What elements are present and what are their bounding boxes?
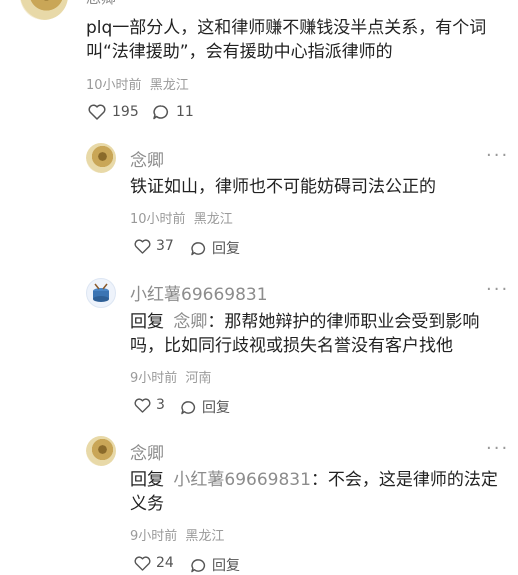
reply-2-text-line2: 吗，比如同行歧视或损失名誉没有客户找他: [130, 336, 453, 356]
reply-2-reply-button[interactable]: 回复: [180, 397, 230, 417]
reply-1-like-button[interactable]: 37: [134, 238, 174, 254]
reply-1-avatar[interactable]: [86, 143, 116, 173]
reply-1-more-button[interactable]: ···: [486, 145, 509, 166]
reply-1-author[interactable]: 念卿: [130, 146, 164, 171]
top-comment-like-count: 195: [112, 104, 139, 120]
reply-3-reply-label: 回复: [212, 558, 240, 574]
heart-icon: [134, 397, 151, 413]
heart-icon: [134, 238, 151, 254]
top-comment-author[interactable]: 念卿: [86, 0, 116, 8]
top-comment-meta: 10小时前 黑龙江: [86, 74, 189, 93]
top-comment-comment-count: 11: [176, 104, 194, 120]
reply-3-reply-prefix: 回复: [130, 470, 164, 490]
top-comment-time: 10小时前: [86, 78, 142, 93]
reply-1-text: 铁证如山，律师也不可能妨碍司法公正的: [130, 177, 436, 197]
reply-2-time: 9小时前: [130, 371, 178, 386]
reply-2-location: 河南: [185, 371, 212, 386]
reply-3-text-rest: ：不会，这是律师的法定: [310, 470, 498, 490]
reply-3-location: 黑龙江: [185, 529, 225, 544]
comment-bubble-icon: [190, 241, 207, 256]
reply-3-like-count: 24: [156, 555, 174, 571]
reply-2-avatar[interactable]: [86, 278, 116, 308]
reply-2-more-button[interactable]: ···: [486, 279, 509, 300]
reply-2-reply-label: 回复: [202, 400, 230, 416]
reply-1-reply-button[interactable]: 回复: [190, 238, 240, 258]
reply-2-reply-prefix: 回复: [130, 312, 164, 332]
top-comment-like-button[interactable]: 195: [88, 104, 139, 120]
reply-3-text-line1: 回复 小红薯69669831：不会，这是律师的法定: [130, 467, 498, 493]
reply-1-time: 10小时前: [130, 212, 186, 227]
top-comment-text-line1: plq一部分人，这和律师赚不赚钱没半点关系，有个词: [86, 18, 487, 38]
reply-1-location: 黑龙江: [193, 212, 233, 227]
reply-2-author[interactable]: 小红薯69669831: [130, 280, 268, 305]
comment-bubble-icon: [152, 104, 170, 120]
top-comment-reply-button[interactable]: 11: [152, 104, 194, 120]
reply-1-meta: 10小时前 黑龙江: [130, 208, 233, 227]
top-comment-text-line2: 叫“法律援助”，会有援助中心指派律师的: [86, 42, 393, 62]
comment-bubble-icon: [180, 400, 197, 415]
reply-3-meta: 9小时前 黑龙江: [130, 525, 224, 544]
top-comment-avatar[interactable]: [20, 0, 68, 20]
reply-3-reply-button[interactable]: 回复: [190, 555, 240, 575]
reply-3-more-button[interactable]: ···: [486, 438, 509, 459]
reply-1-reply-label: 回复: [212, 241, 240, 257]
reply-3-mention[interactable]: 小红薯69669831: [173, 470, 311, 490]
reply-2-like-count: 3: [156, 397, 165, 413]
reply-3-author[interactable]: 念卿: [130, 439, 164, 464]
heart-icon: [88, 104, 106, 120]
reply-3-avatar[interactable]: [86, 436, 116, 466]
comment-bubble-icon: [190, 558, 207, 573]
top-comment-location: 黑龙江: [149, 78, 189, 93]
reply-2-meta: 9小时前 河南: [130, 367, 211, 386]
heart-icon: [134, 555, 151, 571]
reply-3-time: 9小时前: [130, 529, 178, 544]
reply-2-mention[interactable]: 念卿: [173, 312, 207, 332]
reply-1-like-count: 37: [156, 238, 174, 254]
reply-2-text-line1: 回复 念卿：那帮她辩护的律师职业会受到影响: [130, 309, 479, 335]
reply-3-like-button[interactable]: 24: [134, 555, 174, 571]
drum-icon: [93, 283, 109, 302]
reply-2-like-button[interactable]: 3: [134, 397, 165, 413]
reply-2-text-rest: ：那帮她辩护的律师职业会受到影响: [207, 312, 480, 332]
reply-3-text-line2: 义务: [130, 494, 164, 514]
